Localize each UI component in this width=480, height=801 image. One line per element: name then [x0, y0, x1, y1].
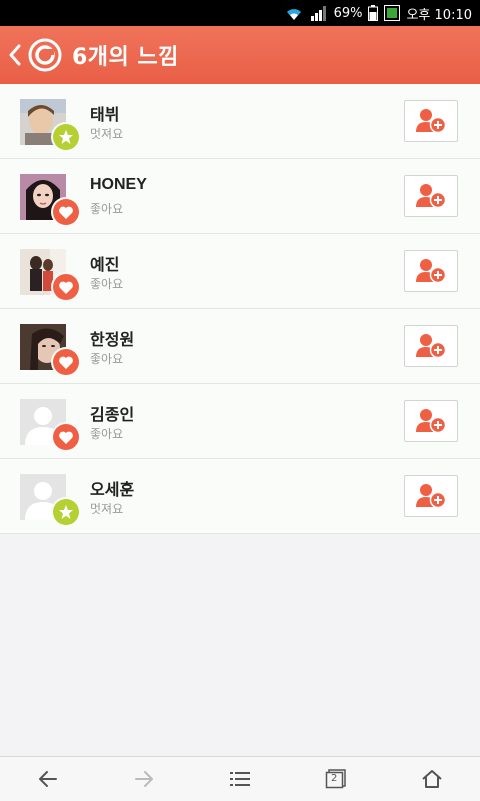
add-user-icon [416, 109, 447, 134]
add-user-icon [416, 484, 447, 509]
user-name: 김종인 [90, 407, 135, 424]
add-user-icon [416, 334, 447, 359]
list-item[interactable]: 태뷔 멋져요 [0, 84, 480, 159]
heart-icon [53, 199, 79, 225]
list-item[interactable]: 한정원 좋아요 [0, 309, 480, 384]
add-friend-button[interactable] [404, 250, 458, 292]
reaction-label: 좋아요 [90, 202, 124, 216]
back-arrow-icon[interactable] [18, 757, 78, 801]
reaction-label: 좋아요 [90, 427, 124, 441]
add-user-icon [416, 259, 447, 284]
add-user-icon [416, 409, 447, 434]
list-item[interactable]: 김종인 좋아요 [0, 384, 480, 459]
add-friend-button[interactable] [404, 475, 458, 517]
add-friend-button[interactable] [404, 100, 458, 142]
reaction-label: 멋져요 [90, 127, 124, 141]
add-user-icon [416, 184, 447, 209]
page-title: 6개의 느낌 [72, 45, 179, 70]
user-name: 오세훈 [90, 482, 135, 499]
signal-icon [310, 5, 328, 21]
add-friend-button[interactable] [404, 175, 458, 217]
user-name: 태뷔 [90, 107, 120, 124]
reaction-label: 좋아요 [90, 352, 124, 366]
forward-arrow-icon[interactable] [114, 757, 174, 801]
add-friend-button[interactable] [404, 325, 458, 367]
browser-toolbar: 2 [0, 756, 480, 801]
reaction-label: 좋아요 [90, 277, 124, 291]
list-item[interactable]: 오세훈 멋져요 [0, 459, 480, 534]
battery-percent: 69% [333, 5, 363, 21]
reaction-label: 멋져요 [90, 502, 124, 516]
user-name: 예진 [90, 257, 120, 274]
tabs-icon[interactable]: 2 [306, 757, 366, 801]
heart-icon [53, 274, 79, 300]
status-bar: 69% 오후 10:10 [0, 0, 480, 26]
add-friend-button[interactable] [404, 400, 458, 442]
user-name: 한정원 [90, 332, 135, 349]
wifi-icon [284, 5, 304, 21]
star-icon [53, 124, 79, 150]
user-name: HONEY [90, 176, 147, 193]
back-chevron-icon[interactable] [6, 40, 24, 70]
clock: 오후 10:10 [406, 7, 472, 23]
reaction-user-list: 태뷔 멋져요 HONEY 좋아요 예진 좋아요 한정원 좋아요 김종인 좋아요 … [0, 84, 480, 534]
app-header: 6개의 느낌 [0, 26, 480, 84]
tab-count: 2 [331, 773, 338, 784]
menu-list-icon[interactable] [210, 757, 270, 801]
heart-icon [53, 349, 79, 375]
home-icon[interactable] [402, 757, 462, 801]
heart-icon [53, 424, 79, 450]
list-item[interactable]: 예진 좋아요 [0, 234, 480, 309]
app-logo-icon[interactable] [28, 38, 62, 72]
list-item[interactable]: HONEY 좋아요 [0, 159, 480, 234]
battery-icon [368, 5, 379, 21]
screenshot-notification-icon [384, 5, 401, 21]
star-icon [53, 499, 79, 525]
